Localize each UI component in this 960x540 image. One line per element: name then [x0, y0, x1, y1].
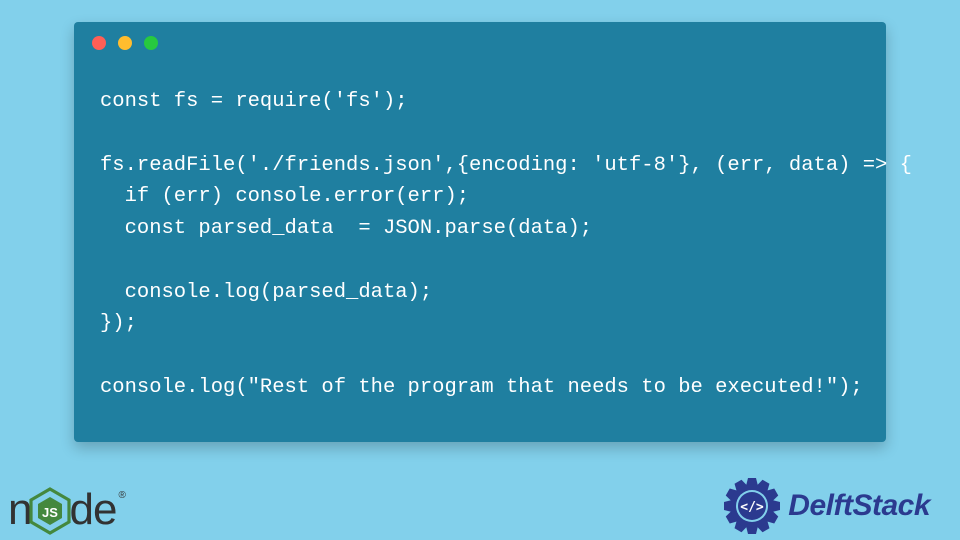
- node-text-left: n: [8, 485, 31, 535]
- node-hex-icon: JS: [29, 487, 71, 540]
- svg-text:</>: </>: [741, 500, 765, 515]
- window-titlebar: [74, 22, 886, 64]
- node-logo: n JS de ®: [8, 483, 124, 536]
- delftstack-logo: </> DelftStack: [722, 476, 930, 536]
- close-icon[interactable]: [92, 36, 106, 50]
- delftstack-text: DelftStack: [788, 489, 930, 523]
- code-content: const fs = require('fs'); fs.readFile('.…: [74, 64, 886, 422]
- code-window: const fs = require('fs'); fs.readFile('.…: [74, 22, 886, 442]
- maximize-icon[interactable]: [144, 36, 158, 50]
- node-reg-icon: ®: [118, 490, 125, 501]
- node-js-text: JS: [43, 505, 59, 520]
- gear-icon: </>: [722, 476, 782, 536]
- node-text-right: de: [69, 485, 116, 535]
- minimize-icon[interactable]: [118, 36, 132, 50]
- footer: n JS de ®: [0, 462, 960, 540]
